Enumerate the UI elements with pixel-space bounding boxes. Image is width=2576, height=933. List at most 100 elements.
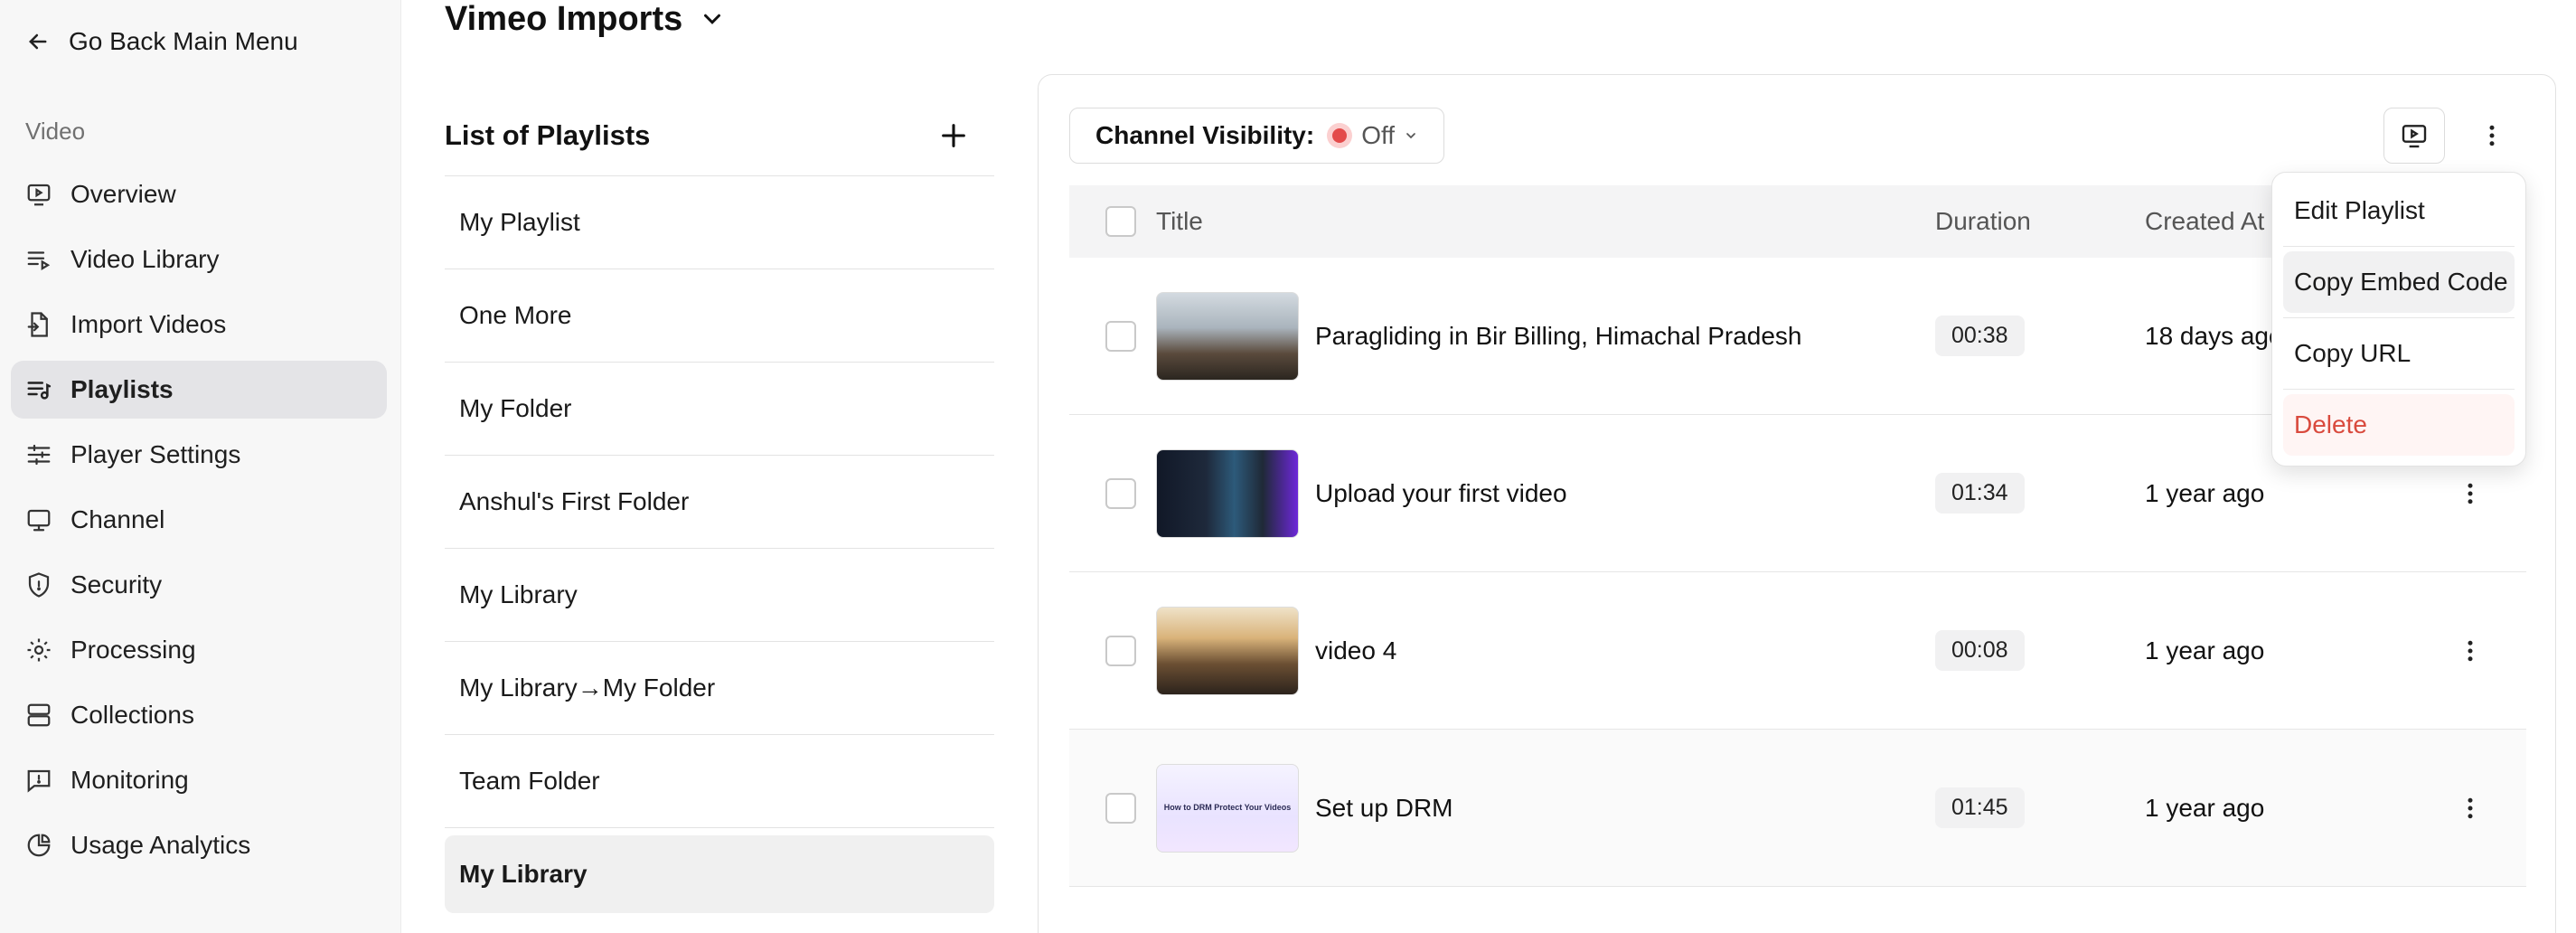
sidebar-item-playlists[interactable]: Playlists <box>11 361 387 419</box>
row-checkbox[interactable] <box>1105 320 1136 352</box>
playlist-icon <box>27 382 52 400</box>
video-title[interactable]: Upload your first video <box>1315 479 1567 508</box>
pie-chart-icon <box>27 834 51 857</box>
sidebar-item-label: Usage Analytics <box>71 831 251 859</box>
sidebar-item-label: Processing <box>71 636 196 664</box>
kebab-menu-icon <box>2468 640 2473 661</box>
video-thumbnail[interactable] <box>1156 606 1299 695</box>
duration-badge: 01:34 <box>1935 473 2025 514</box>
thumbnail-caption: How to DRM Protect Your Videos <box>1163 802 1292 812</box>
channel-visibility-dropdown[interactable]: Channel Visibility: Off <box>1069 108 1445 164</box>
sidebar-item-monitoring[interactable]: Monitoring <box>11 751 387 809</box>
sidebar-item-usage-analytics[interactable]: Usage Analytics <box>11 816 387 874</box>
channel-visibility-value-wrap: Off <box>1327 121 1418 150</box>
table-row[interactable]: video 4 00:08 1 year ago <box>1069 572 2526 730</box>
play-screen-icon <box>27 184 51 206</box>
file-import-icon <box>27 312 48 337</box>
sidebar-item-player-settings[interactable]: Player Settings <box>11 426 387 484</box>
duration-cell: 01:34 <box>1935 473 2145 514</box>
sidebar-item-channel[interactable]: Channel <box>11 491 387 549</box>
created-at: 1 year ago <box>2145 636 2265 664</box>
select-all-cell <box>1069 206 1156 237</box>
select-all-checkbox[interactable] <box>1105 206 1136 237</box>
page-title: Vimeo Imports <box>445 0 683 38</box>
row-actions-button[interactable] <box>2443 466 2497 521</box>
channel-preview-button[interactable] <box>2383 108 2445 164</box>
sidebar-item-overview[interactable]: Overview <box>11 165 387 223</box>
sidebar-item-label: Overview <box>71 180 176 208</box>
add-playlist-button[interactable] <box>938 120 969 151</box>
kebab-menu-icon <box>2468 483 2473 504</box>
menu-item-edit-playlist[interactable]: Edit Playlist <box>2283 180 2515 241</box>
menu-item-copy-embed-code[interactable]: Copy Embed Code <box>2283 251 2515 313</box>
menu-divider <box>2283 389 2515 390</box>
playlist-item[interactable]: My Folder <box>445 363 994 456</box>
playlist-item-active[interactable]: My Library <box>445 835 994 913</box>
sidebar-item-import-videos[interactable]: Import Videos <box>11 296 387 353</box>
row-check-cell <box>1069 320 1156 352</box>
menu-divider <box>2283 246 2515 247</box>
row-check-cell <box>1069 792 1156 824</box>
sidebar-item-collections[interactable]: Collections <box>11 686 387 744</box>
sidebar-item-label: Monitoring <box>71 766 189 794</box>
playlists-header: List of Playlists <box>445 95 994 176</box>
title-cell: Upload your first video <box>1156 448 1935 538</box>
video-thumbnail[interactable] <box>1156 448 1299 538</box>
sidebar-item-security[interactable]: Security <box>11 556 387 614</box>
video-title[interactable]: Set up DRM <box>1315 794 1453 823</box>
title-cell: Paragliding in Bir Billing, Himachal Pra… <box>1156 291 1935 381</box>
server-stack-icon <box>27 703 51 727</box>
playlist-item[interactable]: My Playlist <box>445 176 994 269</box>
kebab-menu-icon <box>2489 125 2495 146</box>
video-thumbnail[interactable]: How to DRM Protect Your Videos <box>1156 763 1299 853</box>
more-options-button[interactable] <box>2461 108 2523 164</box>
table-row[interactable]: How to DRM Protect Your Videos Set up DR… <box>1069 730 2526 887</box>
channel-visibility-value: Off <box>1361 121 1396 149</box>
duration-cell: 01:45 <box>1935 787 2145 828</box>
row-actions-button[interactable] <box>2443 781 2497 835</box>
row-checkbox[interactable] <box>1105 635 1136 666</box>
duration-badge: 01:45 <box>1935 787 2025 828</box>
row-checkbox[interactable] <box>1105 792 1136 824</box>
created-at: 1 year ago <box>2145 793 2265 822</box>
sidebar-item-processing[interactable]: Processing <box>11 621 387 679</box>
list-play-icon <box>27 251 51 270</box>
sidebar-item-video-library[interactable]: Video Library <box>11 231 387 288</box>
arrow-left-icon <box>29 33 47 50</box>
playlist-item[interactable]: My Library <box>445 549 994 642</box>
channel-visibility-label: Channel Visibility: <box>1095 121 1315 149</box>
sidebar-nav: Overview Video Library Import Videos Pla… <box>11 165 387 881</box>
duration-badge: 00:38 <box>1935 316 2025 356</box>
shield-icon <box>28 572 50 598</box>
sidebar-item-label: Import Videos <box>71 310 227 338</box>
page-title-dropdown[interactable]: Vimeo Imports <box>445 0 726 38</box>
message-square-icon <box>27 769 51 793</box>
sidebar-item-label: Channel <box>71 505 165 533</box>
title-cell: How to DRM Protect Your Videos Set up DR… <box>1156 763 1935 853</box>
playlist-options-menu: Edit Playlist Copy Embed Code Copy URL D… <box>2271 172 2526 466</box>
menu-item-copy-url[interactable]: Copy URL <box>2283 323 2515 384</box>
playlist-item[interactable]: One More <box>445 269 994 363</box>
back-main-menu-link[interactable]: Go Back Main Menu <box>25 24 298 60</box>
row-check-cell <box>1069 477 1156 509</box>
sidebar-item-label: Collections <box>71 701 194 729</box>
duration-cell: 00:08 <box>1935 630 2145 671</box>
row-checkbox[interactable] <box>1105 477 1136 509</box>
playlist-item[interactable]: My Library→My Folder <box>445 642 994 735</box>
sidebar-item-label: Playlists <box>71 375 174 403</box>
created-at: 1 year ago <box>2145 478 2265 507</box>
menu-item-delete[interactable]: Delete <box>2283 394 2515 456</box>
duration-cell: 00:38 <box>1935 316 2145 356</box>
playlists-panel: List of Playlists My Playlist One More M… <box>445 95 994 913</box>
sidebar-item-label: Security <box>71 570 163 598</box>
row-actions-button[interactable] <box>2443 624 2497 678</box>
playlist-item[interactable]: Anshul's First Folder <box>445 456 994 549</box>
play-screen-icon <box>2402 125 2427 148</box>
playlist-item[interactable]: Team Folder <box>445 735 994 828</box>
title-cell: video 4 <box>1156 606 1935 695</box>
video-title[interactable]: Paragliding in Bir Billing, Himachal Pra… <box>1315 322 1801 351</box>
chevron-down-icon <box>1406 133 1415 139</box>
video-thumbnail[interactable] <box>1156 291 1299 381</box>
video-title[interactable]: video 4 <box>1315 636 1396 665</box>
kebab-menu-icon <box>2468 797 2473 818</box>
